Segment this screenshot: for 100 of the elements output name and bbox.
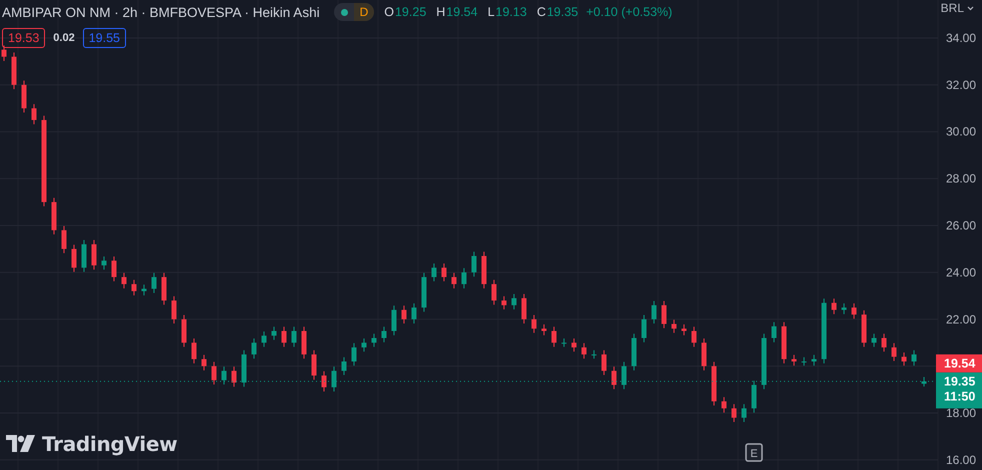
candle <box>222 366 226 385</box>
candle <box>122 272 126 289</box>
candle <box>412 302 416 324</box>
candle <box>502 296 506 310</box>
candle <box>262 330 266 348</box>
price-axis-label: 22.00 <box>946 312 976 326</box>
candle <box>522 293 526 324</box>
candle <box>792 354 796 366</box>
candle <box>272 326 276 340</box>
candle <box>712 361 716 406</box>
ohlc-value: L19.13 <box>488 5 527 19</box>
candle <box>632 333 636 371</box>
candle <box>852 302 856 320</box>
candle <box>392 305 396 336</box>
candle <box>152 272 156 294</box>
candle <box>692 326 696 348</box>
high-price-label: 19.54 <box>936 354 982 372</box>
candle <box>342 356 346 376</box>
price-axis-label: 32.00 <box>946 78 976 92</box>
price-axis-label: 30.00 <box>946 124 976 139</box>
candle <box>902 352 906 366</box>
candle <box>822 298 826 364</box>
spread-value: 0.02 <box>53 32 75 44</box>
candle <box>202 354 206 371</box>
price-axis-label: 28.00 <box>946 172 976 186</box>
earnings-marker[interactable]: E <box>745 443 763 462</box>
price-axis-label: 26.00 <box>946 218 976 232</box>
candle <box>442 262 446 282</box>
candle <box>312 350 316 380</box>
candle <box>892 342 896 362</box>
candle <box>572 338 576 352</box>
candle <box>282 326 286 348</box>
candle <box>812 354 816 366</box>
candle <box>212 361 216 385</box>
candle <box>322 370 326 392</box>
logo-text: TradingView <box>42 432 178 456</box>
candle <box>862 310 866 348</box>
candle <box>832 298 836 315</box>
candle <box>252 338 256 360</box>
candle <box>72 244 76 272</box>
candle <box>682 324 686 336</box>
candle <box>842 302 846 315</box>
candle <box>422 272 426 312</box>
caret-icon <box>967 6 974 10</box>
candle <box>752 380 756 414</box>
price-change: +0.10 (+0.53%) <box>586 5 672 19</box>
candle <box>112 256 116 282</box>
candle <box>872 333 876 348</box>
candle <box>382 326 386 343</box>
candle <box>12 52 16 90</box>
ohlc-value: O19.25 <box>384 5 426 19</box>
candle <box>82 240 86 272</box>
candle <box>532 314 536 334</box>
candle <box>92 240 96 270</box>
price-axis-label: 34.00 <box>946 30 976 45</box>
candle <box>332 366 336 392</box>
candle <box>462 268 466 289</box>
candle <box>652 300 656 324</box>
candle <box>372 333 376 348</box>
candle <box>52 197 56 235</box>
market-status[interactable]: D <box>334 3 374 21</box>
candle <box>592 350 596 360</box>
candle <box>762 333 766 390</box>
ask-price[interactable]: 19.55 <box>82 28 126 48</box>
last-price-label: 19.35 11:50 <box>936 372 982 408</box>
candle <box>32 104 36 125</box>
currency-button[interactable]: BRL <box>940 1 974 15</box>
symbol-title[interactable]: AMBIPAR ON NM · 2h · BMFBOVESPA · Heikin Ashi <box>2 4 320 20</box>
ref-line-label: 19.35 <box>944 374 976 388</box>
candle <box>62 225 66 254</box>
candle <box>732 404 736 422</box>
candle <box>912 350 916 366</box>
candle <box>742 404 746 422</box>
candle <box>622 361 626 390</box>
candle <box>292 326 296 348</box>
candle <box>142 284 146 296</box>
candle <box>472 251 476 278</box>
candle <box>242 350 246 388</box>
candle <box>402 305 406 324</box>
candle <box>102 256 106 270</box>
candle <box>802 356 806 366</box>
candle <box>192 338 196 364</box>
candle <box>302 326 306 360</box>
candle <box>452 272 456 289</box>
candle <box>482 251 486 289</box>
candle <box>162 272 166 306</box>
ohlc-value: C19.35 <box>536 5 578 19</box>
candle <box>492 279 496 306</box>
candle <box>772 322 776 343</box>
candle <box>352 342 356 366</box>
candle <box>432 262 436 282</box>
candle <box>782 322 786 364</box>
candle <box>672 319 676 334</box>
candle <box>2 44 6 62</box>
candle <box>612 366 616 390</box>
price-axis-label: 24.00 <box>946 265 976 280</box>
bid-price[interactable]: 19.53 <box>2 28 46 48</box>
candle <box>562 338 566 348</box>
candle <box>582 342 586 360</box>
logo-icon <box>6 435 36 453</box>
